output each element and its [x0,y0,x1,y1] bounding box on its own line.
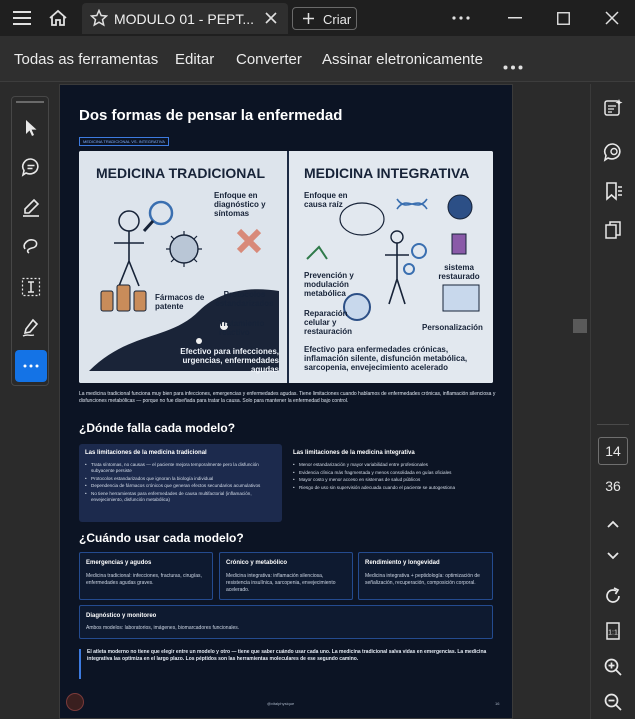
draw-lasso-icon[interactable] [15,230,47,262]
page-title: Dos formas de pensar la enfermedad [79,107,343,124]
section-title-when: ¿Cuándo usar cada modelo? [79,531,244,545]
comment-icon[interactable] [15,151,47,183]
traditional-label-drugs: Fármacos de patente [155,293,205,311]
page-fit-icon[interactable]: 1:1 [599,617,627,645]
bookmarks-icon[interactable] [599,177,627,205]
menu-more-icon[interactable] [503,57,523,75]
traditional-label-protocols: Protocolos estandarizados [215,290,274,308]
list-item: Trata síntomas, no causas — el paciente … [83,462,277,474]
menu-bar: Todas as ferramentas Editar Converter As… [0,36,635,82]
star-icon[interactable] [89,8,109,32]
integrative-label-personalization: Personalización [422,323,483,332]
integrative-label-root-cause: Enfoque en causa raíz [304,191,348,209]
hamburger-icon[interactable] [10,6,34,30]
home-icon[interactable] [46,6,70,30]
document-tab[interactable]: MODULO 01 - PEPT... [82,3,288,34]
list-item: Mayor costo y menor acceso en sistemas d… [291,477,491,483]
card-title: Diagnóstico y monitoreo [86,613,157,619]
ai-assistant-icon[interactable] [599,94,627,122]
tab-close-icon[interactable] [263,10,279,31]
card-performance: Rendimiento y longevidad Medicina integr… [358,552,493,600]
traditional-limits-title: Las limitaciones de la medicina tradicio… [85,450,207,456]
total-pages: 36 [605,478,621,494]
zoom-in-icon[interactable] [599,653,627,681]
list-item: Evidencia clínica más fragmentada y meno… [291,470,491,476]
right-toolbar: 1:1 [590,84,635,719]
menu-sign[interactable]: Assinar eletronicamente [322,51,483,68]
window-close-icon[interactable] [600,6,624,30]
list-item: Riesgo de uso sin supervisión adecuada c… [291,485,491,491]
more-icon[interactable] [449,6,473,30]
menu-edit[interactable]: Editar [175,51,214,68]
highlight-note: El atleta moderno no tiene que elegir en… [79,649,493,679]
integrative-label-effective: Efectivo para enfermedades crónicas, inf… [304,345,468,372]
document-page: Dos formas de pensar la enfermedad MEDIC… [59,84,513,719]
chevron-up-icon[interactable] [599,510,627,538]
select-cursor-icon[interactable] [15,112,47,144]
footer-page-number: 16 [495,701,500,706]
integrative-limits-title: Las limitaciones de la medicina integrat… [293,450,415,456]
menu-convert[interactable]: Converter [236,51,302,68]
divider [597,424,629,425]
more-tools-icon[interactable] [15,350,47,382]
card-title: Emergencias y agudos [86,560,152,566]
card-body: Medicina integrativa + peptidología: opt… [365,573,480,586]
card-title: Rendimiento y longevidad [365,560,440,566]
card-body: Medicina tradicional: infecciones, fract… [86,573,202,586]
list-item: Protocolos estandarizados que ignoran la… [83,476,277,482]
toolbar-grip[interactable] [16,101,44,103]
footer-logo [66,693,84,711]
traditional-label-reactive: Tratamiento reactivo [219,319,265,337]
chevron-down-icon[interactable] [599,542,627,570]
integrative-heading: MEDICINA INTEGRATIVA [304,165,470,181]
menu-all-tools[interactable]: Todas as ferramentas [14,51,158,68]
card-chronic: Crónico y metabólico Medicina integrativ… [219,552,353,600]
new-button[interactable]: Criar [292,7,357,30]
card-title: Crónico y metabólico [226,560,288,566]
traditional-limits-list: Trata síntomas, no causas — el paciente … [83,462,277,504]
traditional-panel: MEDICINA TRADICIONAL Enfoque en diagnóst… [79,151,285,383]
list-item: Menor estandarización y mayor variabilid… [291,462,491,468]
footer-handle: @vitalphysique [267,701,295,706]
section-title-failures: ¿Dónde falla cada modelo? [79,421,236,435]
scrollbar-thumb[interactable] [573,319,587,333]
plus-icon [302,12,315,30]
integrative-label-restored: sistema restaurado [438,263,480,281]
integrative-label-prevention: Prevención y modulación metabólica [304,271,354,298]
list-item: Dependencia de fármacos crónicos que gen… [83,483,277,489]
traditional-label-effective: Efectivo para infecciones, urgencias, en… [180,347,279,374]
card-body: Ambos modelos: laboratorios, imágenes, b… [86,625,240,631]
current-page-input[interactable]: 14 [598,437,628,465]
rotate-icon[interactable] [599,582,627,610]
left-toolbar [11,96,49,386]
sign-pen-icon[interactable] [15,311,47,343]
svg-text:1:1: 1:1 [608,630,618,637]
traditional-illustration-icon [89,200,279,371]
integrative-panel: MEDICINA INTEGRATIVA Enfoque en causa ra… [287,151,493,383]
new-button-label: Criar [323,12,352,27]
traditional-limits-box: Las limitaciones de la medicina tradicio… [79,444,282,522]
vertical-scrollbar[interactable] [573,84,589,719]
highlight-pen-icon[interactable] [15,191,47,223]
traditional-label-diagnosis: Enfoque en diagnóstico y síntomas [214,191,266,218]
card-emergencies: Emergencias y agudos Medicina tradiciona… [79,552,213,600]
comparison-illustration: MEDICINA TRADICIONAL Enfoque en diagnóst… [79,151,493,383]
pages-icon[interactable] [599,216,627,244]
integrative-limits-list: Menor estandarización y mayor variabilid… [291,462,491,492]
maximize-icon[interactable] [551,6,575,30]
comments-panel-icon[interactable] [599,138,627,166]
integrative-label-repair: Reparación celular y restauración [304,309,353,336]
traditional-heading: MEDICINA TRADICIONAL [96,165,266,181]
section-tag: MEDICINA TRADICIONAL VS. INTEGRATIVA [79,137,169,146]
card-body: Medicina integrativa: inflamación silenc… [226,573,336,593]
tab-title: MODULO 01 - PEPT... [114,11,255,27]
zoom-out-icon[interactable] [599,688,627,716]
text-select-icon[interactable] [15,271,47,303]
card-diagnosis: Diagnóstico y monitoreo Ambos modelos: l… [79,605,493,639]
minimize-icon[interactable] [503,6,527,30]
list-item: No tiene herramientas para enfermedades … [83,491,277,503]
intro-paragraph: La medicina tradicional funciona muy bie… [79,391,496,404]
title-bar: MODULO 01 - PEPT... Criar [0,0,635,36]
